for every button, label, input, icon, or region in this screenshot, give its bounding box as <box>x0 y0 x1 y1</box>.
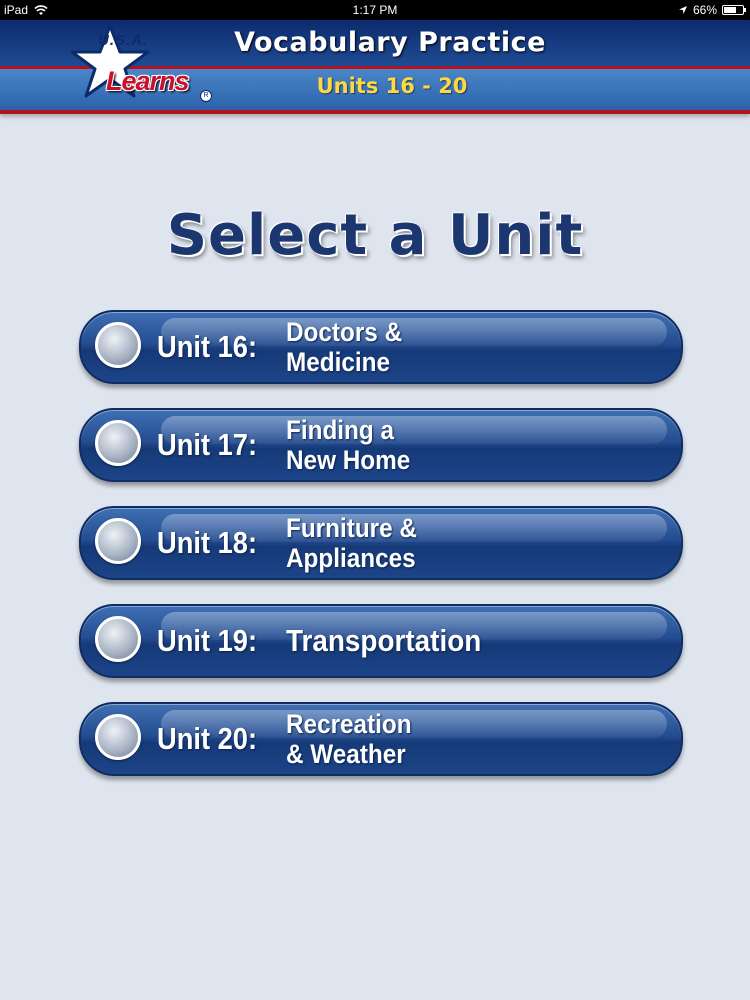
unit-17-button[interactable]: Unit 17: Finding a New Home <box>79 408 683 482</box>
unit-label: Unit 18: <box>157 525 258 560</box>
status-bar: iPad 1:17 PM 66% <box>0 0 750 20</box>
battery-percent: 66% <box>692 3 717 17</box>
registered-mark-icon: R <box>200 90 212 102</box>
usa-learns-logo: U.S.A. Learns R <box>70 22 215 107</box>
unit-16-button[interactable]: Unit 16: Doctors & Medicine <box>79 310 683 384</box>
unit-18-button[interactable]: Unit 18: Furniture & Appliances <box>79 506 683 580</box>
radio-icon[interactable] <box>95 714 141 760</box>
radio-icon[interactable] <box>95 420 141 466</box>
unit-label: Unit 17: <box>157 427 258 462</box>
unit-topic-line: Transportation <box>286 623 482 658</box>
status-time: 1:17 PM <box>352 3 398 17</box>
unit-topic-line: Medicine <box>286 347 390 377</box>
unit-topic-line: New Home <box>286 445 411 475</box>
unit-19-button[interactable]: Unit 19: Transportation <box>79 604 683 678</box>
radio-icon[interactable] <box>95 518 141 564</box>
unit-label: Unit 16: <box>157 329 258 364</box>
unit-topic: Recreation & Weather <box>286 707 583 771</box>
logo-text-learns: Learns <box>106 66 190 96</box>
unit-list: Unit 16: Doctors & Medicine Unit 17: Fin… <box>79 310 683 800</box>
radio-icon[interactable] <box>95 322 141 368</box>
unit-20-button[interactable]: Unit 20: Recreation & Weather <box>79 702 683 776</box>
device-name: iPad <box>4 3 29 17</box>
radio-icon[interactable] <box>95 616 141 662</box>
unit-topic-line: Recreation <box>286 709 412 739</box>
unit-topic: Furniture & Appliances <box>286 511 583 575</box>
unit-topic-line: Appliances <box>286 543 416 573</box>
unit-topic: Doctors & Medicine <box>286 315 583 379</box>
logo-text-usa: U.S.A. <box>98 32 149 49</box>
unit-label: Unit 20: <box>157 721 258 756</box>
unit-topic-line: Furniture & <box>286 513 417 543</box>
unit-topic: Transportation <box>286 609 583 673</box>
unit-topic-line: Finding a <box>286 415 394 445</box>
unit-topic-line: Doctors & <box>286 317 403 347</box>
location-arrow-icon <box>678 6 687 14</box>
unit-label: Unit 19: <box>157 623 258 658</box>
page-title: Select a Unit <box>166 203 584 268</box>
unit-topic-line: & Weather <box>286 739 406 769</box>
wifi-icon <box>34 4 48 15</box>
unit-topic: Finding a New Home <box>286 413 583 477</box>
battery-icon <box>722 5 746 15</box>
